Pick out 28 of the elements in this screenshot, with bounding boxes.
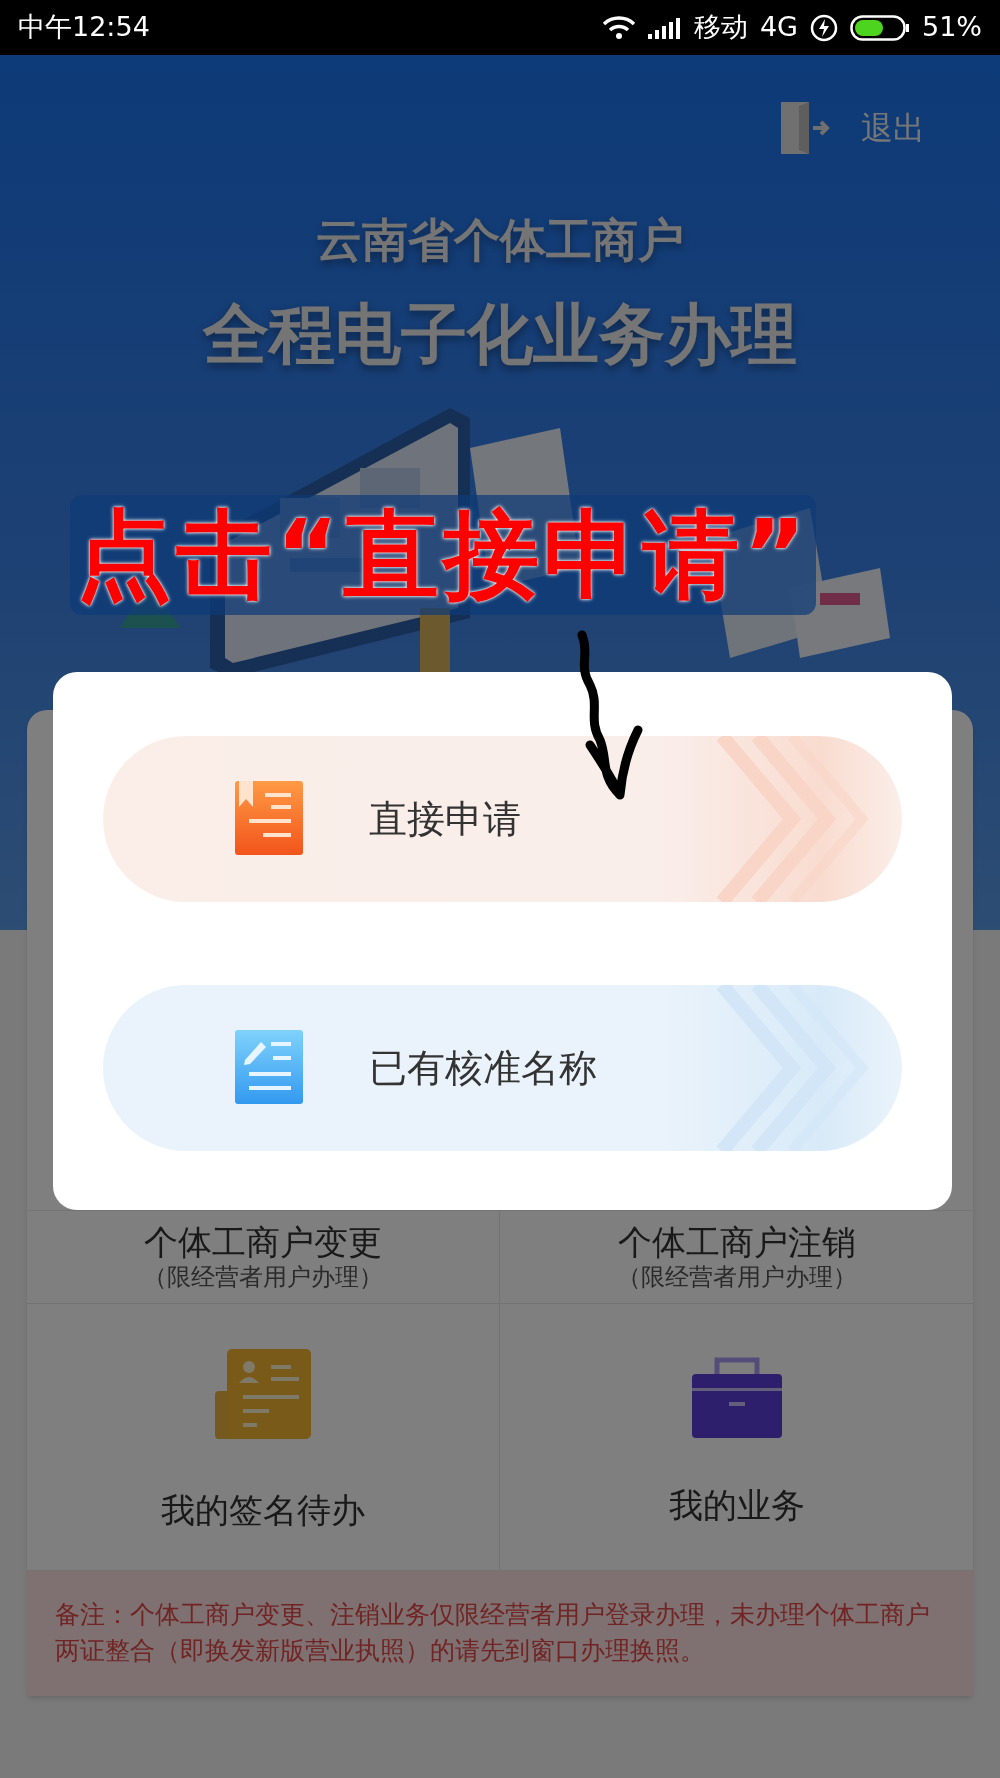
tile-note: （限经营者用户办理）: [143, 1262, 383, 1292]
battery-percent: 51%: [922, 10, 982, 45]
network-label: 4G: [759, 10, 798, 45]
document-pen-icon: [235, 1030, 303, 1106]
annotation-text: 点击“直接申请”: [70, 495, 817, 615]
remark-text: 备注：个体工商户变更、注销业务仅限经营者用户登录办理，未办理个体工商户两证整合（即换发新版营业执照）的请先到窗口办理换照。: [55, 1599, 931, 1667]
header-subtitle: 全程电子化业务办理: [203, 295, 797, 375]
wifi-icon: [601, 15, 636, 40]
tile-note: （限经营者用户办理）: [616, 1262, 857, 1292]
tile-title: 个体工商户变更: [144, 1222, 382, 1262]
signal-icon: [647, 16, 682, 39]
tile-title: 我的业务: [668, 1483, 805, 1527]
carrier-label: 移动: [693, 10, 748, 45]
menu-tile[interactable]: 我的业务: [500, 1304, 973, 1571]
header-title: 云南省个体工商户: [316, 212, 684, 269]
menu-tile[interactable]: 个体工商户注销 （限经营者用户办理）: [500, 1211, 973, 1304]
exit-button[interactable]: 退出: [861, 104, 925, 152]
tile-title: 个体工商户注销: [617, 1222, 856, 1262]
tile-title: 我的签名待办: [161, 1488, 365, 1532]
menu-tile[interactable]: 个体工商户变更 （限经营者用户办理）: [27, 1211, 500, 1304]
option-button[interactable]: 直接申请: [103, 736, 902, 902]
battery-icon: [850, 14, 910, 41]
menu-tile[interactable]: 我的签名待办: [27, 1304, 500, 1571]
document-icon: [235, 781, 303, 857]
exit-icon: [779, 100, 831, 156]
charging-icon: [810, 13, 838, 42]
status-time: 中午12:54: [18, 10, 150, 45]
option-button[interactable]: 已有核准名称: [103, 985, 902, 1151]
